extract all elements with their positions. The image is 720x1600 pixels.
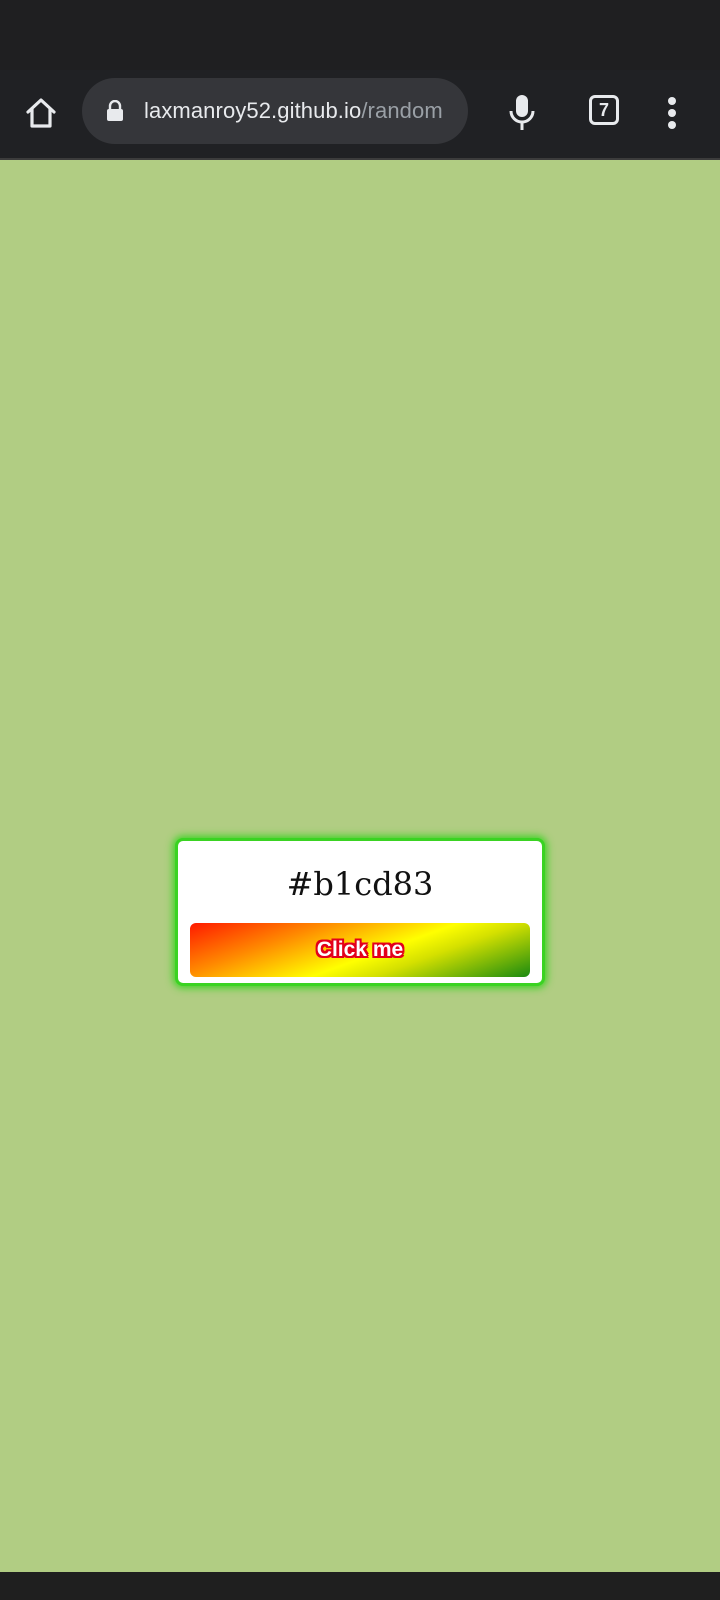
lock-icon bbox=[104, 100, 126, 122]
browser-toolbar: laxmanroy52.github.io/random 7 bbox=[0, 70, 720, 160]
page-content: #b1cd83 Click me bbox=[0, 160, 720, 1572]
color-code-text: #b1cd83 bbox=[286, 865, 434, 903]
mic-icon bbox=[509, 95, 535, 130]
home-icon bbox=[26, 98, 56, 128]
url-host: laxmanroy52.github.io bbox=[144, 98, 362, 123]
tab-switcher-button[interactable]: 7 bbox=[589, 95, 619, 125]
home-button[interactable] bbox=[20, 92, 62, 134]
status-bar bbox=[0, 0, 720, 70]
tab-count: 7 bbox=[598, 99, 609, 120]
url-path: /random bbox=[361, 98, 443, 123]
url-text: laxmanroy52.github.io/random bbox=[144, 98, 443, 124]
overflow-menu-icon bbox=[668, 97, 676, 129]
overflow-menu-button[interactable] bbox=[658, 92, 686, 134]
address-bar[interactable]: laxmanroy52.github.io/random bbox=[82, 78, 468, 144]
click-me-button[interactable]: Click me bbox=[190, 923, 530, 977]
voice-search-button[interactable] bbox=[504, 90, 540, 136]
color-card: #b1cd83 Click me bbox=[175, 838, 545, 986]
system-navigation-bar bbox=[0, 1572, 720, 1600]
